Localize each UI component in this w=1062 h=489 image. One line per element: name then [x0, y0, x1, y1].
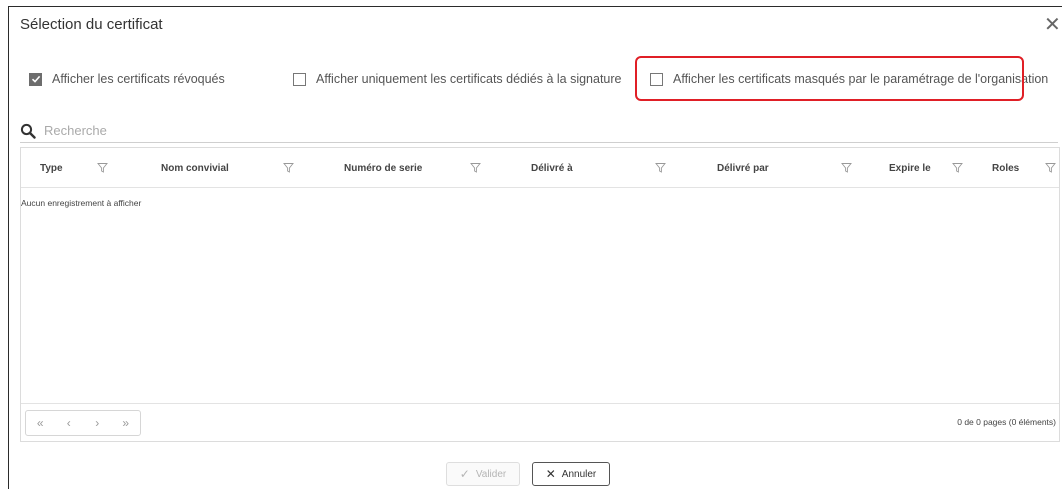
column-header-type[interactable]: Type	[40, 148, 63, 188]
empty-grid-message: Aucun enregistrement à afficher	[21, 198, 142, 208]
certificate-selection-dialog: Sélection du certificat ✕ Afficher les c…	[8, 6, 1062, 489]
filter-icon[interactable]	[952, 162, 963, 173]
filter-icon[interactable]	[97, 162, 108, 173]
cancel-button[interactable]: ✕ Annuler	[532, 462, 610, 486]
search-input[interactable]	[44, 123, 444, 138]
checkbox-show-hidden-by-org[interactable]	[650, 72, 663, 86]
option-label-show-revoked: Afficher les certificats révoqués	[52, 72, 225, 86]
grid-header: Type Nom convivial Numéro de serie Déliv…	[21, 148, 1059, 188]
column-header-delivre-par[interactable]: Délivré par	[717, 148, 769, 188]
pager-info: 0 de 0 pages (0 éléments)	[957, 417, 1056, 427]
column-header-delivre-a[interactable]: Délivré à	[531, 148, 573, 188]
close-icon: ✕	[545, 467, 556, 481]
close-icon[interactable]: ✕	[1044, 15, 1061, 35]
filter-icon[interactable]	[1045, 162, 1056, 173]
column-header-numero-de-serie[interactable]: Numéro de serie	[344, 148, 422, 188]
previous-page-button[interactable]: ‹	[55, 411, 84, 435]
last-page-button[interactable]: »	[112, 411, 141, 435]
validate-button-label: Valider	[475, 468, 507, 480]
filter-icon[interactable]	[655, 162, 666, 173]
option-label-show-hidden-by-org: Afficher les certificats masqués par le …	[673, 72, 1049, 86]
filter-icon[interactable]	[283, 162, 294, 173]
certificate-grid: Type Nom convivial Numéro de serie Déliv…	[20, 147, 1060, 442]
check-icon	[31, 75, 40, 83]
pager-buttons: « ‹ › »	[25, 410, 141, 436]
checkbox-show-revoked[interactable]	[29, 72, 42, 86]
cancel-button-label: Annuler	[561, 468, 597, 480]
option-label-signature-only: Afficher uniquement les certificats dédi…	[316, 72, 622, 86]
checkbox-signature-only[interactable]	[293, 72, 306, 86]
checkmark-icon: ✓	[459, 467, 470, 481]
column-header-roles[interactable]: Roles	[992, 148, 1019, 188]
search-icon	[20, 123, 36, 139]
pager: « ‹ › » 0 de 0 pages (0 éléments)	[21, 403, 1059, 441]
option-signature-only[interactable]: Afficher uniquement les certificats dédi…	[293, 67, 622, 91]
first-page-button[interactable]: «	[26, 411, 55, 435]
search-bar	[20, 119, 1058, 143]
next-page-button[interactable]: ›	[83, 411, 112, 435]
validate-button[interactable]: ✓ Valider	[446, 462, 520, 486]
option-show-revoked[interactable]: Afficher les certificats révoqués	[29, 67, 225, 91]
dialog-title: Sélection du certificat	[20, 16, 163, 33]
filter-icon[interactable]	[841, 162, 852, 173]
column-header-nom-convivial[interactable]: Nom convivial	[161, 148, 229, 188]
column-header-expire-le[interactable]: Expire le	[889, 148, 931, 188]
filter-icon[interactable]	[470, 162, 481, 173]
option-show-hidden-by-org[interactable]: Afficher les certificats masqués par le …	[650, 67, 1048, 91]
